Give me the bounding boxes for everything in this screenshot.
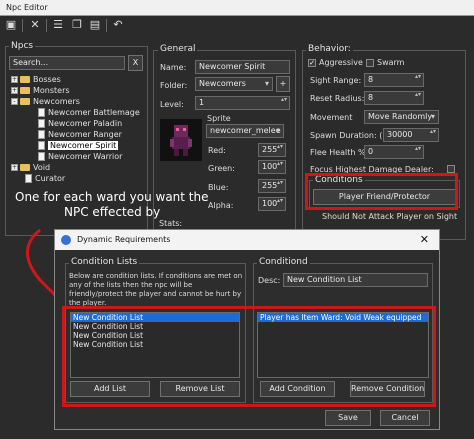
dialog-titlebar: Dynamic Requirements ✕ xyxy=(55,230,439,250)
app-logo-icon xyxy=(61,235,71,245)
condition-lists-title: Condition Lists xyxy=(69,257,140,267)
highlight-condition-lists xyxy=(62,306,436,407)
condition-lists-description: Below are condition lists. If conditions… xyxy=(69,272,243,307)
dynamic-requirements-dialog: Dynamic Requirements ✕ Condition Lists B… xyxy=(54,229,440,430)
conditions-panel-title: Conditiond xyxy=(257,257,310,267)
desc-input[interactable]: New Condition List xyxy=(283,273,428,287)
desc-label: Desc: xyxy=(258,276,281,285)
dialog-title: Dynamic Requirements xyxy=(77,235,171,244)
close-icon[interactable]: ✕ xyxy=(420,230,429,250)
save-button[interactable]: Save xyxy=(325,410,371,426)
cancel-button[interactable]: Cancel xyxy=(380,410,430,426)
